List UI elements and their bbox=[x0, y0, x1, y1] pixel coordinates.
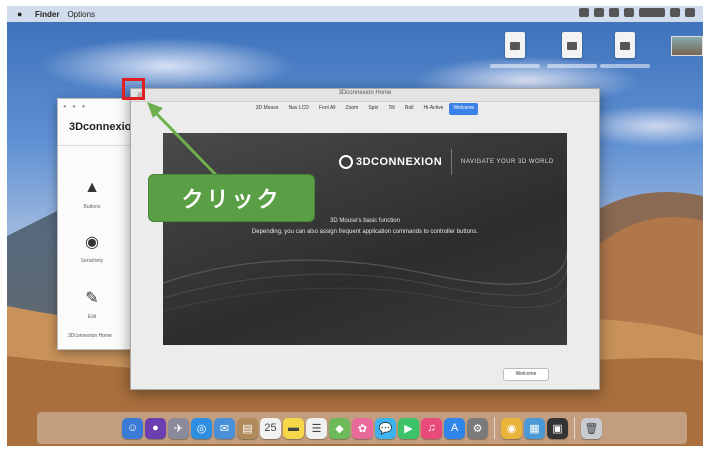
chrome-icon[interactable]: ◉ bbox=[501, 417, 522, 439]
contacts-icon[interactable]: ▤ bbox=[237, 417, 258, 439]
maps-icon[interactable]: ◆ bbox=[329, 417, 350, 439]
app-store-icon[interactable]: A bbox=[444, 417, 465, 439]
3dconnexion-icon[interactable]: ▣ bbox=[547, 417, 568, 439]
dock-separator bbox=[574, 417, 575, 439]
facetime-icon[interactable]: ▶ bbox=[398, 417, 419, 439]
safari-icon[interactable]: ◎ bbox=[191, 417, 212, 439]
system-preferences-icon[interactable]: ⚙ bbox=[467, 417, 488, 439]
launchpad-icon[interactable]: ✈ bbox=[168, 417, 189, 439]
messages-icon[interactable]: 💬 bbox=[375, 417, 396, 439]
click-callout: クリック bbox=[148, 174, 315, 222]
dock: ☺ ● ✈ ◎ ✉ ▤ 25 ▬ ☰ ◆ ✿ 💬 ▶ ♫ A ⚙ ◉ ▦ ▣ 🗑 bbox=[37, 412, 687, 444]
callout-arrow bbox=[147, 102, 219, 178]
calendar-icon[interactable]: 25 bbox=[260, 417, 281, 439]
screenshot-frame: ● Finder Options ● ● ● 3Dconnexion ▲ But… bbox=[7, 6, 703, 446]
trash-icon[interactable]: 🗑 bbox=[581, 417, 602, 439]
mail-icon[interactable]: ✉ bbox=[214, 417, 235, 439]
reminders-icon[interactable]: ☰ bbox=[306, 417, 327, 439]
finder-icon[interactable]: ☺ bbox=[122, 417, 143, 439]
music-icon[interactable]: ♫ bbox=[421, 417, 442, 439]
notes-icon[interactable]: ▬ bbox=[283, 417, 304, 439]
photos-icon[interactable]: ✿ bbox=[352, 417, 373, 439]
siri-icon[interactable]: ● bbox=[145, 417, 166, 439]
finder-window-icon[interactable]: ▦ bbox=[524, 417, 545, 439]
dock-separator bbox=[494, 417, 495, 439]
